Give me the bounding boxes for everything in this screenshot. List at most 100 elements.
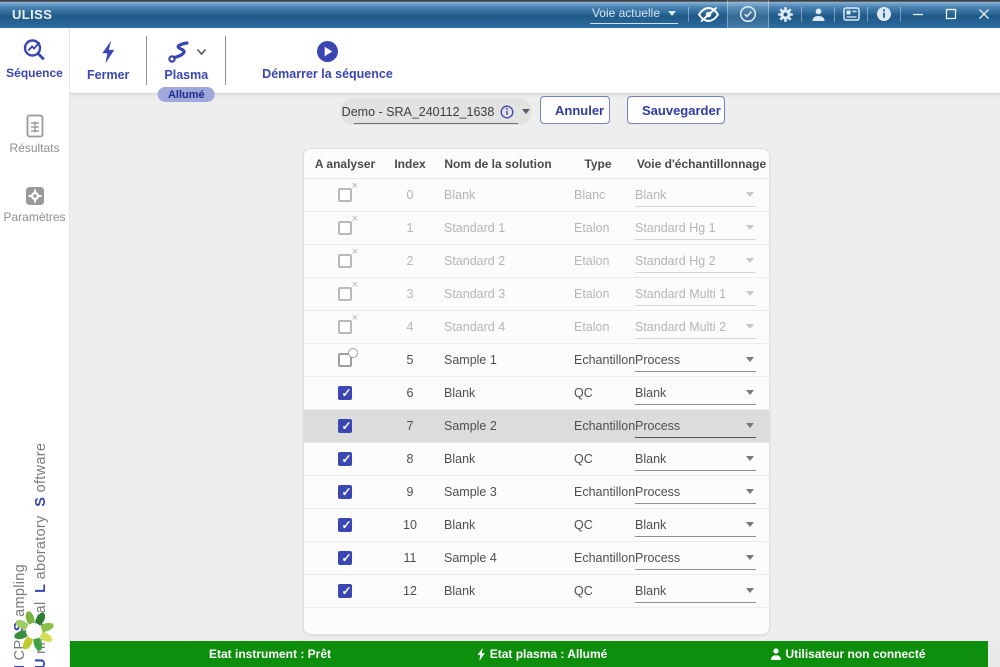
- table-row: 9 Sample 3 Echantillon Process: [304, 476, 769, 509]
- uliss-logo: [11, 608, 57, 654]
- table-row: 7 Sample 2 Echantillon Process: [304, 410, 769, 443]
- close-button[interactable]: [967, 0, 1000, 28]
- user-icon[interactable]: [802, 0, 834, 28]
- check-circle-icon[interactable]: [732, 0, 764, 28]
- titlebar-panel: [727, 0, 769, 28]
- sequence-selector-value: Demo - SRA_240112_1638: [342, 105, 495, 119]
- row-index: 9: [386, 485, 434, 499]
- voie-dropdown[interactable]: Standard Multi 1: [635, 283, 756, 306]
- voie-dropdown-value: Standard Hg 1: [635, 221, 716, 235]
- voie-dropdown[interactable]: Blank: [635, 580, 756, 603]
- voie-dropdown-value: Blank: [635, 518, 666, 532]
- solution-name: Standard 1: [434, 221, 562, 235]
- minimize-button[interactable]: [901, 0, 934, 28]
- voie-dropdown-value: Blank: [635, 584, 666, 598]
- table-header: A analyser Index Nom de la solution Type…: [304, 149, 769, 179]
- solution-type: Etalon: [562, 320, 634, 334]
- solution-type: Echantillon: [562, 353, 634, 367]
- voie-dropdown-value: Process: [635, 485, 680, 499]
- table-row: 1 Standard 1 Etalon Standard Hg 1: [304, 212, 769, 245]
- column-header-analyser: A analyser: [304, 157, 386, 171]
- info-icon[interactable]: [868, 0, 900, 28]
- plasma-status-badge: Allumé: [158, 87, 215, 102]
- chevron-down-icon: [746, 192, 754, 197]
- voie-dropdown-value: Standard Hg 2: [635, 254, 716, 268]
- voie-dropdown[interactable]: Process: [635, 349, 756, 372]
- chevron-down-icon: [746, 522, 754, 527]
- demarrer-sequence-button[interactable]: Démarrer la séquence: [226, 28, 429, 93]
- analyse-checkbox[interactable]: [338, 353, 352, 367]
- row-index: 0: [386, 188, 434, 202]
- channel-selector-label: Voie actuelle: [592, 6, 660, 20]
- table-row: 11 Sample 4 Echantillon Process: [304, 542, 769, 575]
- gear-icon[interactable]: [769, 0, 801, 28]
- analyse-checkbox[interactable]: [338, 452, 352, 466]
- voie-dropdown[interactable]: Process: [635, 481, 756, 504]
- analyse-checkbox[interactable]: [338, 485, 352, 499]
- analyse-checkbox[interactable]: [338, 551, 352, 565]
- eye-off-icon[interactable]: [689, 0, 727, 28]
- plasma-icon: [165, 40, 191, 64]
- solution-type: Echantillon: [562, 419, 634, 433]
- plasma-label: Plasma: [164, 68, 208, 82]
- sequence-selector[interactable]: Demo - SRA_240112_1638: [340, 98, 532, 125]
- voie-dropdown[interactable]: Standard Hg 2: [635, 250, 756, 273]
- analyse-checkbox[interactable]: [338, 419, 352, 433]
- solution-type: Etalon: [562, 254, 634, 268]
- toolbar: Fermer Plasma Allumé: [0, 28, 1000, 93]
- row-index: 4: [386, 320, 434, 334]
- voie-dropdown[interactable]: Blank: [635, 514, 756, 537]
- voie-dropdown-value: Blank: [635, 386, 666, 400]
- column-header-index: Index: [386, 157, 434, 171]
- fermer-button[interactable]: Fermer: [70, 28, 146, 93]
- voie-dropdown-value: Blank: [635, 188, 666, 202]
- solution-name: Blank: [434, 386, 562, 400]
- analyse-checkbox[interactable]: [338, 386, 352, 400]
- voie-dropdown[interactable]: Standard Multi 2: [635, 316, 756, 339]
- analyse-checkbox[interactable]: [338, 518, 352, 532]
- app-title: ULISS: [0, 7, 52, 22]
- chevron-down-icon[interactable]: [196, 48, 207, 56]
- analyse-checkbox[interactable]: [338, 188, 352, 202]
- row-index: 10: [386, 518, 434, 532]
- solution-type: Etalon: [562, 221, 634, 235]
- row-index: 12: [386, 584, 434, 598]
- analyse-checkbox[interactable]: [338, 254, 352, 268]
- analyse-checkbox[interactable]: [338, 584, 352, 598]
- chevron-down-icon: [746, 225, 754, 230]
- row-index: 8: [386, 452, 434, 466]
- maximize-button[interactable]: [934, 0, 967, 28]
- voie-dropdown[interactable]: Blank: [635, 448, 756, 471]
- voie-dropdown-value: Process: [635, 551, 680, 565]
- demarrer-label: Démarrer la séquence: [262, 67, 393, 81]
- voie-dropdown[interactable]: Blank: [635, 184, 756, 207]
- analyse-checkbox[interactable]: [338, 320, 352, 334]
- sequence-table: A analyser Index Nom de la solution Type…: [303, 148, 770, 635]
- channel-selector[interactable]: Voie actuelle: [590, 4, 678, 24]
- sidebar-item-parametres[interactable]: Paramètres: [0, 185, 69, 224]
- table-row: 6 Blank QC Blank: [304, 377, 769, 410]
- row-index: 3: [386, 287, 434, 301]
- solution-name: Standard 2: [434, 254, 562, 268]
- voie-dropdown[interactable]: Blank: [635, 382, 756, 405]
- analyse-checkbox[interactable]: [338, 287, 352, 301]
- save-button[interactable]: Sauvegarder: [627, 96, 725, 124]
- solution-name: Standard 4: [434, 320, 562, 334]
- plasma-button[interactable]: Plasma Allumé: [147, 28, 225, 93]
- analyse-checkbox[interactable]: [338, 221, 352, 235]
- chevron-down-icon: [746, 258, 754, 263]
- voie-dropdown-value: Process: [635, 419, 680, 433]
- sidebar-item-label: Résultats: [9, 141, 59, 155]
- sidebar-item-resultats[interactable]: Résultats: [0, 114, 69, 155]
- voie-dropdown[interactable]: Process: [635, 415, 756, 438]
- chevron-down-icon: [746, 456, 754, 461]
- sidebar-item-sequence[interactable]: Séquence: [0, 36, 69, 80]
- chevron-down-icon: [668, 11, 676, 16]
- settings-icon: [24, 185, 46, 207]
- journal-icon[interactable]: [835, 0, 867, 28]
- voie-dropdown[interactable]: Process: [635, 547, 756, 570]
- cancel-button[interactable]: Annuler: [540, 96, 610, 124]
- voie-dropdown[interactable]: Standard Hg 1: [635, 217, 756, 240]
- solution-name: Sample 1: [434, 353, 562, 367]
- info-icon[interactable]: [500, 105, 514, 119]
